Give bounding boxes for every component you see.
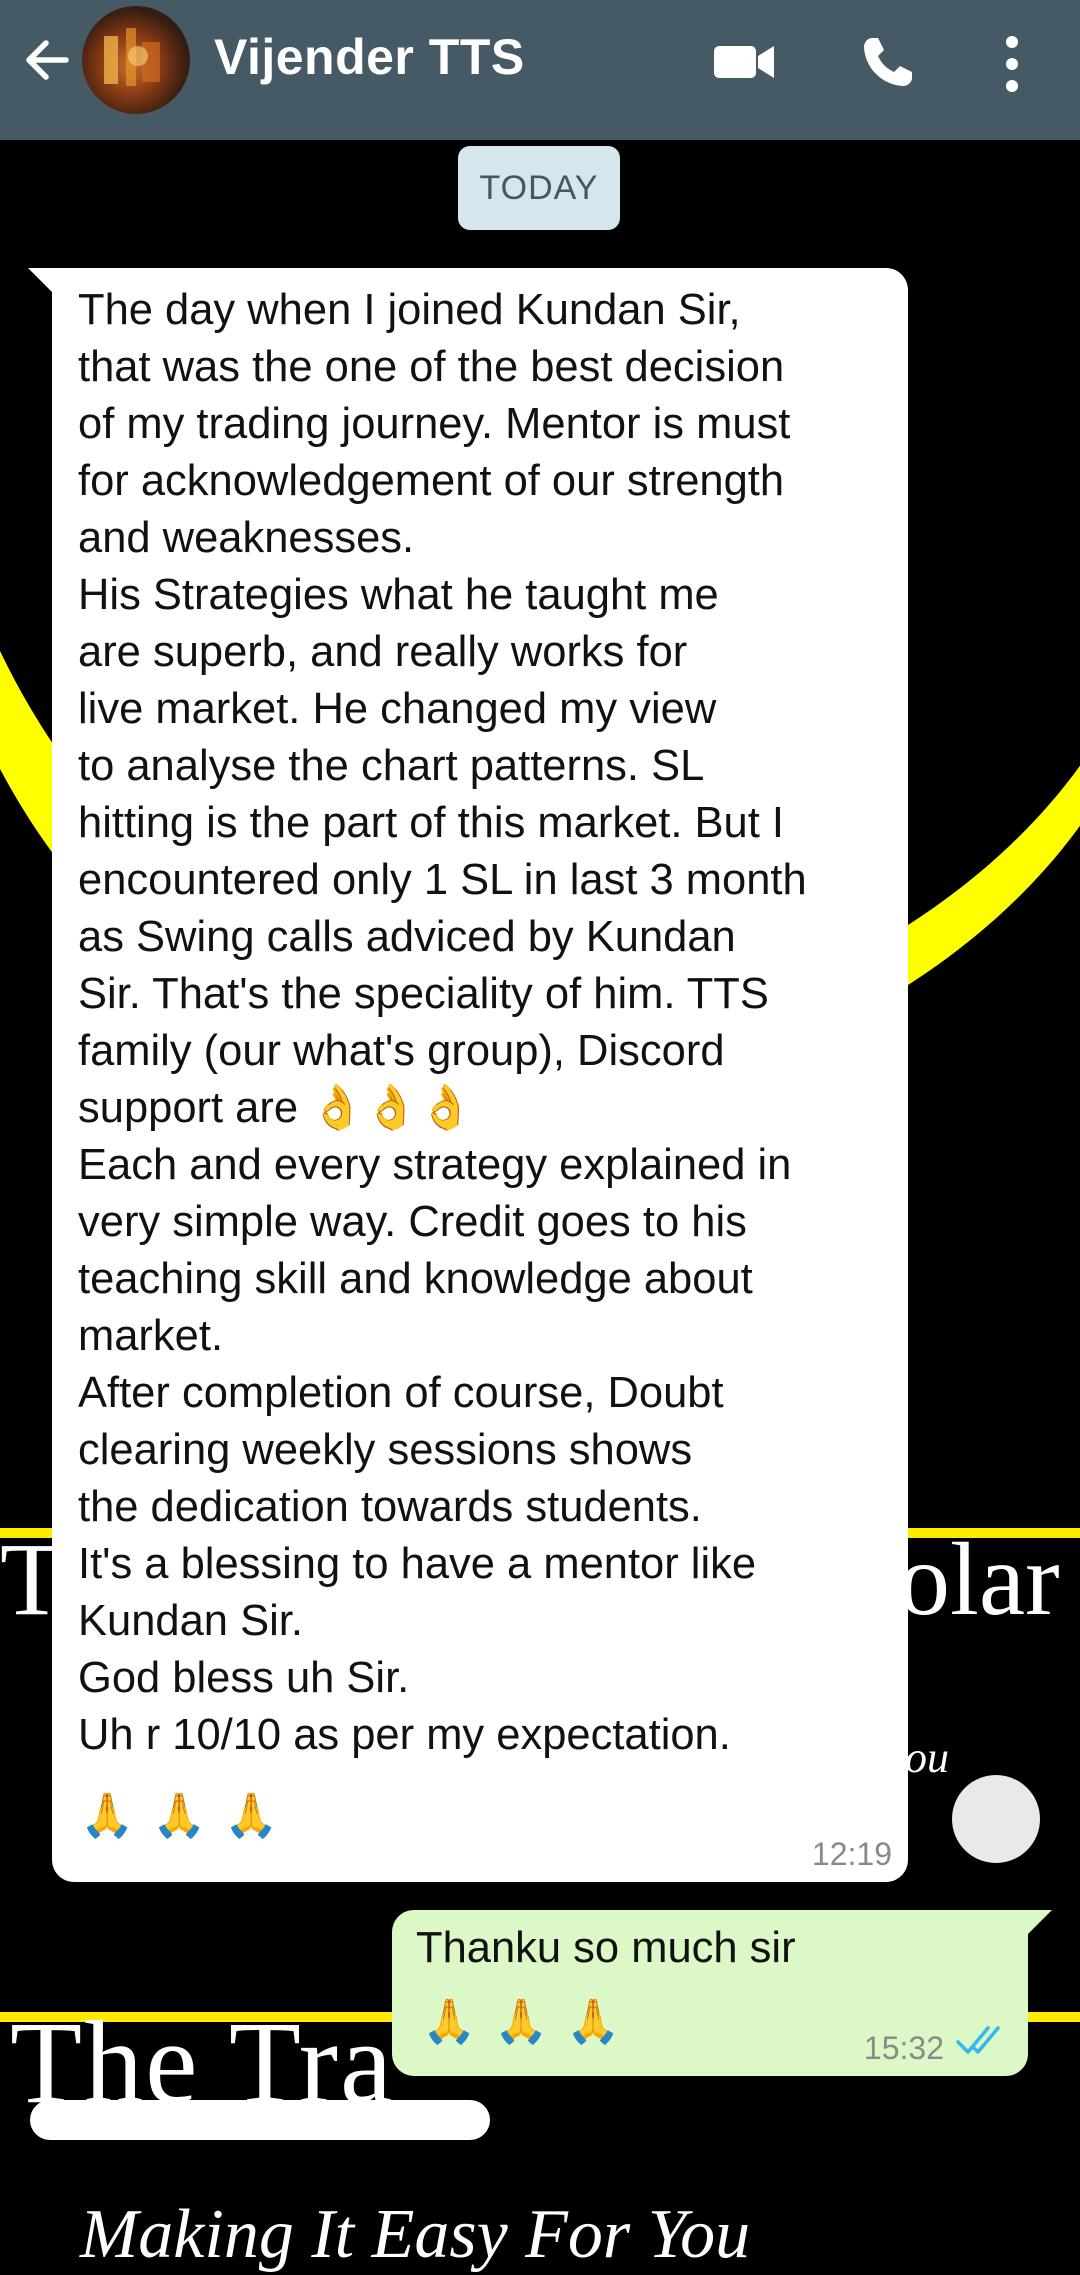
message-input-bar[interactable]	[30, 2100, 490, 2140]
date-label: TODAY	[479, 168, 599, 207]
folded-hands-emoji: 🙏	[224, 1792, 279, 1840]
read-receipt-icon	[956, 2026, 1000, 2054]
wallpaper-tagline: Making It Easy For You	[80, 2196, 751, 2273]
scroll-down-button[interactable]	[952, 1775, 1040, 1863]
emoji-row: 🙏 🙏 🙏	[422, 1994, 621, 2051]
video-call-icon[interactable]	[710, 32, 778, 92]
voice-call-icon[interactable]	[858, 32, 918, 92]
message-time: 15:32	[863, 2030, 944, 2066]
folded-hands-emoji: 🙏	[80, 1792, 135, 1840]
wallpaper-text: olar	[898, 1522, 1060, 1637]
emoji-row: 🙏 🙏 🙏	[80, 1788, 279, 1845]
incoming-message-bubble[interactable]: The day when I joined Kundan Sir, that w…	[28, 268, 908, 1882]
message-text: Thanku so much sir	[416, 1924, 796, 1972]
back-arrow-icon[interactable]	[18, 30, 78, 90]
chat-header: Vijender TTS	[0, 0, 1080, 140]
contact-avatar[interactable]	[82, 6, 190, 114]
contact-name[interactable]: Vijender TTS	[214, 28, 525, 86]
folded-hands-emoji: 🙏	[152, 1792, 207, 1840]
outgoing-message-bubble[interactable]: Thanku so much sir 🙏 🙏 🙏 15:32	[392, 1910, 1052, 2076]
folded-hands-emoji: 🙏	[566, 1998, 621, 2046]
more-options-icon[interactable]	[996, 32, 1028, 96]
wallpaper-text: ou	[905, 1733, 949, 1782]
message-time: 12:19	[811, 1836, 892, 1872]
folded-hands-emoji: 🙏	[494, 1998, 549, 2046]
message-text: The day when I joined Kundan Sir, that w…	[78, 286, 807, 1759]
folded-hands-emoji: 🙏	[422, 1998, 477, 2046]
date-divider: TODAY	[458, 146, 620, 230]
